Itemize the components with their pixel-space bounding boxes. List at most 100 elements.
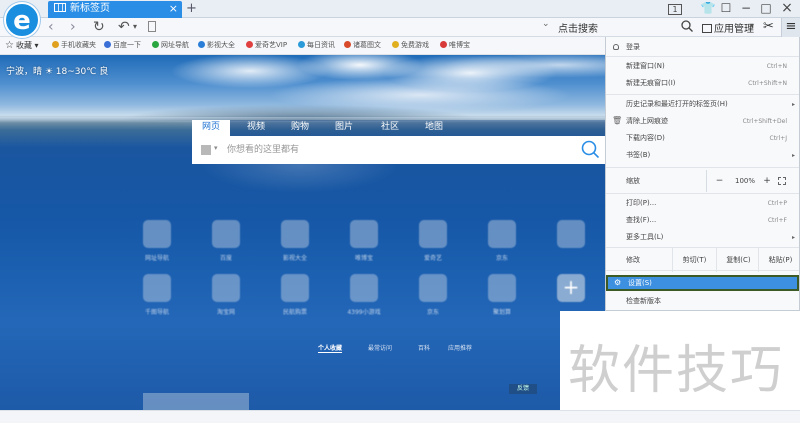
skin-icon[interactable]: 👕 <box>700 0 716 18</box>
speed-dial-tile[interactable] <box>281 220 309 248</box>
quick-search[interactable]: 点击搜索 <box>558 20 598 35</box>
paste-button[interactable]: 粘贴(P) <box>758 248 800 272</box>
bookmark-item[interactable]: 百度一下 <box>104 37 141 54</box>
menu-item-clear-traces[interactable]: 🗑 清除上网痕迹 Ctrl+Shift+Del <box>606 113 799 130</box>
search-icon[interactable] <box>580 139 600 159</box>
zoom-out-button[interactable]: − <box>706 170 732 192</box>
favorites-button[interactable]: ☆ 收藏 ▾ <box>5 37 39 54</box>
speed-dial-tile[interactable] <box>212 274 240 302</box>
menu-item-bookmarks[interactable]: 书签(B) ▸ <box>606 147 799 164</box>
menu-item-more-tools[interactable]: 更多工具(L) ▸ <box>606 229 799 246</box>
bookmark-item[interactable]: 每日资讯 <box>298 37 335 54</box>
search-tab-video[interactable]: 视频 <box>238 120 274 136</box>
search-tab-maps[interactable]: 地图 <box>416 120 452 136</box>
tab-new-tab-page[interactable]: 新标签页 × <box>48 1 182 18</box>
engine-dropdown-icon[interactable]: ▾ <box>214 144 218 152</box>
category-tab-apps[interactable]: 应用推荐 <box>448 343 472 352</box>
edit-label: 修改 <box>626 256 640 264</box>
forward-button[interactable]: › <box>70 18 76 37</box>
zoom-in-button[interactable]: + <box>758 170 776 192</box>
tab-count-button[interactable]: 1 <box>666 0 684 18</box>
bookmark-item[interactable]: 免费游戏 <box>392 37 429 54</box>
search-tab-images[interactable]: 图片 <box>326 120 362 136</box>
submenu-arrow-icon: ▸ <box>791 101 795 108</box>
close-icon[interactable]: × <box>778 0 796 18</box>
bookmark-item[interactable]: 唯博宝 <box>440 37 470 54</box>
speed-dial-tile[interactable] <box>143 274 171 302</box>
speed-dial-tile[interactable] <box>350 274 378 302</box>
speed-dial-tile[interactable] <box>557 220 585 248</box>
speed-dial-tile[interactable] <box>350 220 378 248</box>
bookmark-icon <box>52 41 59 48</box>
address-input[interactable] <box>146 20 540 35</box>
bookmark-icon <box>104 41 111 48</box>
app-manager-dropdown-icon[interactable]: ▾ <box>750 21 754 30</box>
search-tab-shopping[interactable]: 购物 <box>282 120 318 136</box>
bookmark-item[interactable]: 爱奇艺VIP <box>246 37 287 54</box>
star-icon: ☆ <box>5 40 14 51</box>
category-tab-encyclopedia[interactable]: 百科 <box>418 343 430 352</box>
app-manager-label: 应用管理 <box>714 24 754 35</box>
undo-close-button[interactable]: ↶ <box>118 18 130 37</box>
cut-button[interactable]: 剪切(T) <box>672 248 716 272</box>
category-tab-most-visited[interactable]: 最常访问 <box>368 343 392 352</box>
menu-item-check-update[interactable]: 检查新版本 <box>606 293 799 310</box>
search-box: 网页 视频 购物 图片 社区 地图 ▾ <box>192 120 605 166</box>
tab-title: 新标签页 <box>70 3 110 14</box>
bookmark-item[interactable]: 网址导航 <box>152 37 189 54</box>
speed-dial-tile[interactable] <box>143 220 171 248</box>
address-dropdown-icon[interactable]: ⌄ <box>542 19 550 29</box>
bookmark-item[interactable]: 手机收藏夹 <box>52 37 96 54</box>
main-menu-button[interactable]: ≡ <box>781 18 800 37</box>
bookmark-item[interactable]: 影视大全 <box>198 37 235 54</box>
category-tab-favorites[interactable]: 个人收藏 <box>318 343 343 353</box>
news-card[interactable] <box>143 393 249 410</box>
submenu-arrow-icon: ▸ <box>791 234 795 241</box>
refresh-button[interactable]: ↻ <box>93 18 105 37</box>
search-tab-community[interactable]: 社区 <box>372 120 408 136</box>
speed-dial-tile[interactable] <box>488 220 516 248</box>
menu-zoom-row: 缩放 − 100% + <box>606 170 799 192</box>
menu-item-print[interactable]: 打印(P)... Ctrl+P <box>606 195 799 212</box>
menu-item-new-window[interactable]: 新建窗口(N) Ctrl+N <box>606 58 799 75</box>
speed-dial-tile[interactable] <box>488 274 516 302</box>
fullscreen-icon[interactable] <box>778 177 786 185</box>
search-engine-icon[interactable] <box>201 145 211 155</box>
feedback-button[interactable]: 反馈 <box>509 384 537 394</box>
add-tile-button[interactable]: + <box>557 274 585 302</box>
app-manager-button[interactable]: 应用管理 <box>702 20 754 35</box>
copy-button[interactable]: 复制(C) <box>716 248 760 272</box>
bookmarks-bar: ☆ 收藏 ▾ 手机收藏夹 百度一下 网址导航 影视大全 爱奇艺VIP 每日资讯 诸… <box>0 37 605 55</box>
user-icon <box>613 44 619 50</box>
menu-item-settings[interactable]: ⚙ 设置(S) <box>606 275 799 291</box>
back-button[interactable]: ‹ <box>48 18 54 37</box>
menu-item-new-incognito-window[interactable]: 新建无痕窗口(I) Ctrl+Shift+N <box>606 75 799 92</box>
speed-dial-tile[interactable] <box>212 220 240 248</box>
menu-item-find[interactable]: 查找(F)... Ctrl+F <box>606 212 799 229</box>
search-tab-web[interactable]: 网页 <box>192 120 230 136</box>
search-input[interactable] <box>227 142 557 158</box>
menu-item-history[interactable]: 历史记录和最近打开的标签页(H) ▸ <box>606 96 799 113</box>
tile-label: 爱奇艺 <box>423 255 442 262</box>
menu-item-downloads[interactable]: 下载内容(D) Ctrl+J <box>606 130 799 147</box>
gear-icon: ⚙ <box>614 278 622 287</box>
scissors-icon[interactable]: ✂ <box>763 19 774 34</box>
search-icon[interactable] <box>680 19 694 33</box>
menu-divider <box>606 167 799 168</box>
tab-strip: 新标签页 × + 1 👕 ☐ − □ × <box>0 0 800 18</box>
menu-item-login[interactable]: 登录 <box>606 39 799 56</box>
maximize-icon[interactable]: □ <box>758 0 774 18</box>
speed-dial-tile[interactable] <box>281 274 309 302</box>
menu-edit-row: 修改 剪切(T) 复制(C) 粘贴(P) <box>606 247 800 272</box>
new-tab-button[interactable]: + <box>186 0 197 17</box>
speed-dial-tile[interactable] <box>419 220 447 248</box>
chat-icon[interactable]: ☐ <box>718 0 734 18</box>
undo-dropdown-icon[interactable]: ▾ <box>133 18 137 37</box>
navigation-bar: ‹ › ↻ ↶ ▾ ⌄ 点击搜索 应用管理 ▾ ✂ ≡ <box>0 18 800 37</box>
speed-dial-tile[interactable] <box>419 274 447 302</box>
weather-widget[interactable]: 宁波，晴 ☀ 18~30℃ 良 <box>6 64 108 77</box>
grid-icon <box>54 3 66 12</box>
tab-close-icon[interactable]: × <box>169 1 178 17</box>
bookmark-item[interactable]: 诸葛图文 <box>344 37 381 54</box>
minimize-icon[interactable]: − <box>738 0 754 18</box>
